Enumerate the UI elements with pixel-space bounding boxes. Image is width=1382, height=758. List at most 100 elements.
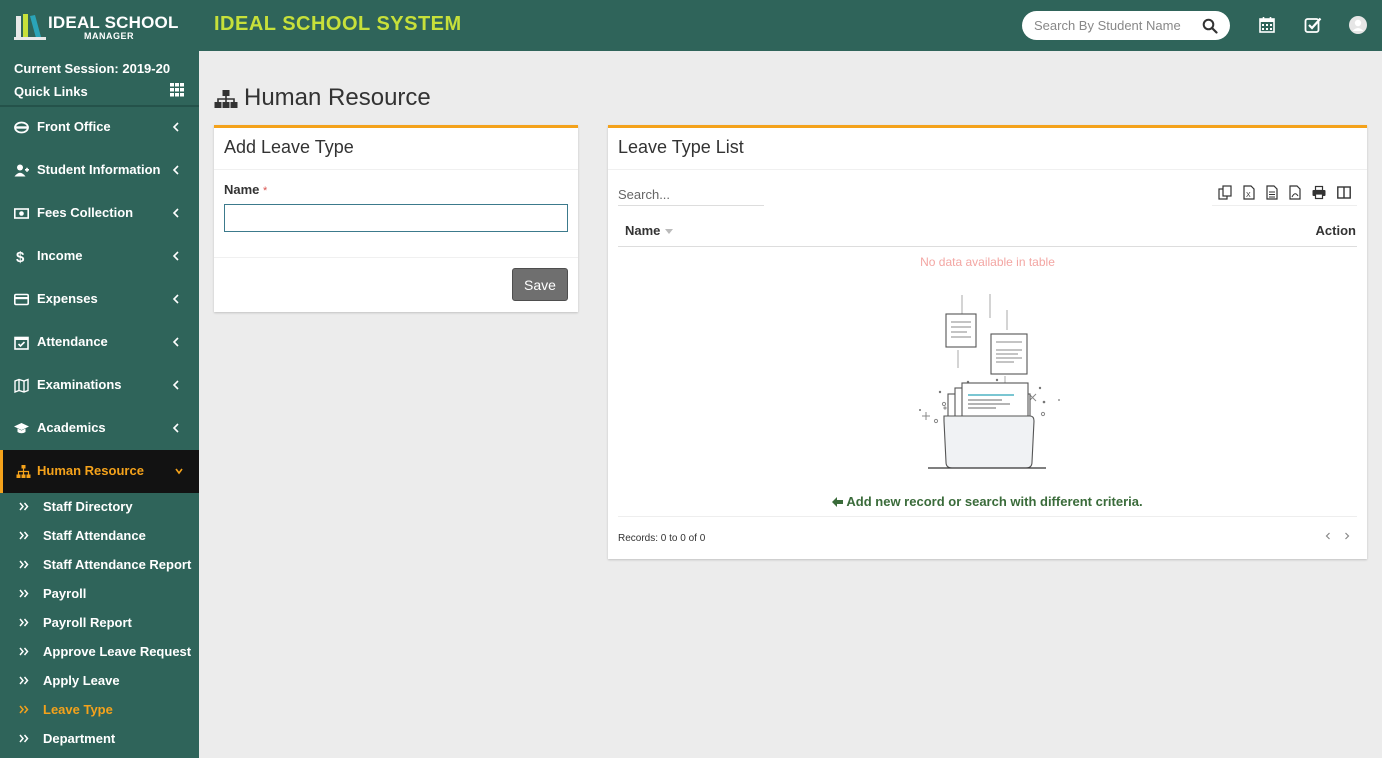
student-search-input[interactable] (1034, 17, 1194, 34)
pdf-icon[interactable] (1288, 185, 1302, 200)
chevron-left-icon (172, 423, 179, 433)
chevron-left-icon (172, 122, 179, 132)
app-title: IDEAL SCHOOL SYSTEM (214, 13, 462, 35)
add-leave-type-card: Add Leave Type Name * Save (214, 125, 578, 312)
sidebar-sub-staff-directory[interactable]: Staff Directory (0, 492, 199, 521)
sidebar-item-label: Front Office (37, 119, 111, 134)
svg-text:X: X (1246, 192, 1251, 199)
chevron-down-icon (175, 468, 183, 475)
tasks-icon[interactable] (1304, 16, 1322, 34)
sidebar-item-label: Examinations (37, 377, 122, 392)
arrow-left-icon (832, 497, 844, 507)
logo[interactable]: IDEAL SCHOOL MANAGER (14, 10, 178, 42)
sidebar-sub-label: Payroll Report (43, 615, 132, 630)
calendar-icon[interactable] (1258, 16, 1276, 34)
quick-links-label[interactable]: Quick Links (14, 84, 88, 99)
csv-icon[interactable] (1265, 185, 1279, 200)
sidebar-item-label: Human Resource (37, 463, 144, 478)
empty-hint-text: Add new record or search with different … (846, 494, 1143, 509)
empty-folder-illustration (919, 294, 1060, 469)
card-header: Add Leave Type (214, 128, 578, 170)
credit-card-icon (14, 293, 29, 306)
copy-icon[interactable] (1218, 185, 1232, 200)
user-plus-icon (14, 164, 29, 177)
pagination-prev-icon[interactable] (1324, 531, 1332, 541)
excel-icon[interactable]: X (1242, 185, 1256, 200)
double-angle-right-icon (19, 531, 29, 540)
logo-subtitle: MANAGER (84, 31, 134, 41)
sidebar-sub-label: Leave Type (43, 702, 113, 717)
empty-hint: Add new record or search with different … (608, 494, 1367, 509)
name-label: Name * (224, 182, 267, 197)
sort-caret-icon[interactable] (665, 229, 673, 234)
sidebar: Current Session: 2019-20 Quick Links Fro… (0, 51, 199, 758)
search-icon[interactable] (1202, 18, 1218, 34)
print-icon[interactable] (1312, 185, 1326, 200)
current-session: Current Session: 2019-20 (14, 61, 171, 76)
sidebar-sub-leave-type[interactable]: Leave Type (0, 695, 199, 724)
sidebar-sub-approve-leave-request[interactable]: Approve Leave Request (0, 637, 199, 666)
logo-books-icon (14, 14, 46, 40)
sidebar-item-label: Expenses (37, 291, 98, 306)
chevron-left-icon (172, 208, 179, 218)
chevron-left-icon (172, 294, 179, 304)
required-mark: * (263, 185, 268, 197)
card-title: Leave Type List (618, 137, 744, 157)
records-info: Records: 0 to 0 of 0 (618, 533, 706, 544)
double-angle-right-icon (19, 560, 29, 569)
chevron-left-icon (172, 380, 179, 390)
pagination-next-icon[interactable] (1343, 531, 1351, 541)
no-data-message: No data available in table (920, 255, 1055, 269)
header-divider (618, 246, 1357, 247)
sidebar-item-attendance[interactable]: Attendance (0, 321, 199, 364)
sidebar-item-academics[interactable]: Academics (0, 407, 199, 450)
sidebar-sub-department[interactable]: Department (0, 724, 199, 753)
top-bar: IDEAL SCHOOL MANAGER IDEAL SCHOOL SYSTEM (0, 0, 1382, 51)
chevron-left-icon (172, 337, 179, 347)
double-angle-right-icon (19, 589, 29, 598)
name-label-text: Name (224, 182, 260, 197)
sidebar-item-fees-collection[interactable]: Fees Collection (0, 192, 199, 235)
graduation-cap-icon (14, 423, 29, 434)
sidebar-sub-label: Payroll (43, 586, 87, 601)
sidebar-sub-apply-leave[interactable]: Apply Leave (0, 666, 199, 695)
dollar-icon: $ (16, 249, 25, 264)
double-angle-right-icon (19, 705, 29, 714)
sidebar-item-expenses[interactable]: Expenses (0, 278, 199, 321)
sidebar-item-label: Attendance (37, 334, 108, 349)
double-angle-right-icon (19, 676, 29, 685)
sidebar-sub-label: Staff Directory (43, 499, 133, 514)
sidebar-sub-staff-attendance-report[interactable]: Staff Attendance Report (0, 550, 199, 579)
sidebar-item-income[interactable]: $ Income (0, 235, 199, 278)
sidebar-item-label: Student Information (37, 162, 161, 177)
column-header-action: Action (1315, 223, 1356, 238)
double-angle-right-icon (19, 647, 29, 656)
sidebar-item-student-information[interactable]: Student Information (0, 149, 199, 192)
chevron-left-icon (172, 251, 179, 261)
sidebar-item-examinations[interactable]: Examinations (0, 364, 199, 407)
map-icon (14, 378, 29, 393)
columns-icon[interactable] (1337, 185, 1351, 200)
sitemap-icon (16, 465, 31, 478)
save-button[interactable]: Save (512, 268, 568, 301)
grid-icon[interactable] (170, 83, 184, 97)
column-header-name[interactable]: Name (625, 223, 660, 238)
sidebar-sub-staff-attendance[interactable]: Staff Attendance (0, 521, 199, 550)
double-angle-right-icon (19, 734, 29, 743)
sidebar-sub-payroll[interactable]: Payroll (0, 579, 199, 608)
sidebar-item-human-resource[interactable]: Human Resource (0, 450, 199, 493)
front-office-icon (14, 121, 29, 134)
toolbar-underline (1212, 205, 1357, 206)
divider (214, 257, 578, 258)
sidebar-sub-label: Apply Leave (43, 673, 120, 688)
sidebar-sub-payroll-report[interactable]: Payroll Report (0, 608, 199, 637)
user-avatar-icon[interactable] (1349, 16, 1367, 34)
logo-title: IDEAL SCHOOL (48, 13, 179, 32)
card-header: Leave Type List (608, 128, 1367, 170)
table-search-input[interactable] (618, 184, 764, 206)
sidebar-item-front-office[interactable]: Front Office (0, 106, 199, 149)
sidebar-sub-label: Staff Attendance Report (43, 557, 192, 572)
chevron-left-icon (172, 165, 179, 175)
sitemap-icon (214, 90, 238, 108)
leave-type-name-input[interactable] (224, 204, 568, 232)
